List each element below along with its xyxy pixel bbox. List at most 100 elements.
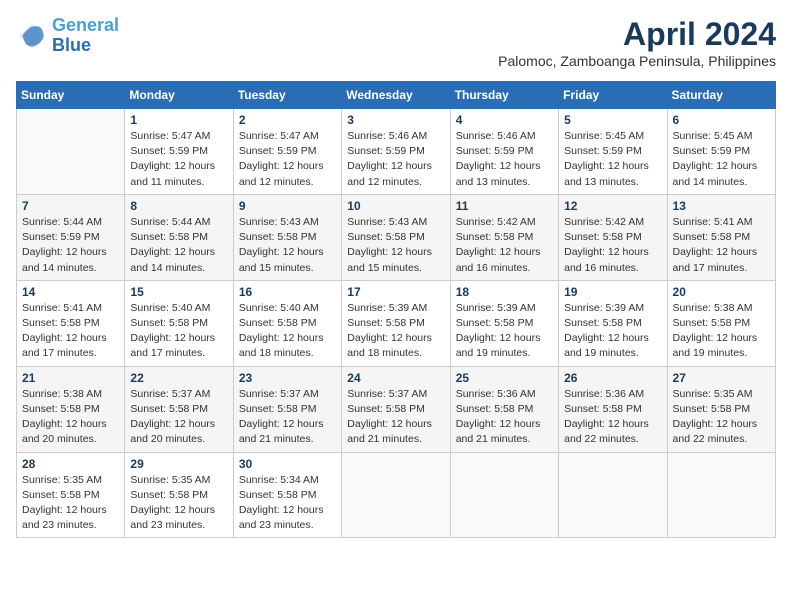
day-number: 14: [22, 285, 119, 299]
day-number: 21: [22, 371, 119, 385]
logo-icon: [16, 20, 48, 52]
day-number: 20: [673, 285, 770, 299]
calendar-week-row: 1 Sunrise: 5:47 AM Sunset: 5:59 PM Daylig…: [17, 109, 776, 195]
day-detail: Sunrise: 5:45 AM Sunset: 5:59 PM Dayligh…: [673, 129, 770, 190]
day-number: 13: [673, 199, 770, 213]
location-title: Palomoc, Zamboanga Peninsula, Philippine…: [498, 53, 776, 69]
calendar-cell: 24Sunrise: 5:37 AM Sunset: 5:58 PM Dayli…: [342, 366, 450, 452]
calendar-cell: 2 Sunrise: 5:47 AM Sunset: 5:59 PM Daylig…: [233, 109, 341, 195]
day-detail: Sunrise: 5:39 AM Sunset: 5:58 PM Dayligh…: [347, 301, 444, 362]
calendar-cell: 20 Sunrise: 5:38 AM Sunset: 5:58 PM Dayli…: [667, 280, 775, 366]
day-number: 26: [564, 371, 661, 385]
day-detail: Sunrise: 5:41 AM Sunset: 5:58 PM Dayligh…: [673, 215, 770, 276]
calendar-cell: 30 Sunrise: 5:34 AM Sunset: 5:58 PM Dayli…: [233, 452, 341, 538]
calendar-week-row: 28 Sunrise: 5:35 AM Sunset: 5:58 PM Dayli…: [17, 452, 776, 538]
calendar-cell: [559, 452, 667, 538]
weekday-header-monday: Monday: [125, 82, 233, 109]
day-number: 10: [347, 199, 444, 213]
calendar-week-row: 14 Sunrise: 5:41 AM Sunset: 5:58 PM Dayli…: [17, 280, 776, 366]
weekday-header-tuesday: Tuesday: [233, 82, 341, 109]
calendar-cell: 29 Sunrise: 5:35 AM Sunset: 5:58 PM Dayli…: [125, 452, 233, 538]
day-number: 23: [239, 371, 336, 385]
day-detail: Sunrise: 5:34 AM Sunset: 5:58 PM Dayligh…: [239, 473, 336, 534]
calendar-cell: 25Sunrise: 5:36 AM Sunset: 5:58 PM Dayli…: [450, 366, 558, 452]
day-detail: Sunrise: 5:38 AM Sunset: 5:58 PM Dayligh…: [22, 387, 119, 448]
weekday-header-friday: Friday: [559, 82, 667, 109]
day-number: 11: [456, 199, 553, 213]
weekday-header-thursday: Thursday: [450, 82, 558, 109]
calendar-cell: 28 Sunrise: 5:35 AM Sunset: 5:58 PM Dayli…: [17, 452, 125, 538]
day-detail: Sunrise: 5:44 AM Sunset: 5:58 PM Dayligh…: [130, 215, 227, 276]
day-detail: Sunrise: 5:47 AM Sunset: 5:59 PM Dayligh…: [130, 129, 227, 190]
day-detail: Sunrise: 5:40 AM Sunset: 5:58 PM Dayligh…: [239, 301, 336, 362]
day-detail: Sunrise: 5:39 AM Sunset: 5:58 PM Dayligh…: [564, 301, 661, 362]
day-number: 12: [564, 199, 661, 213]
calendar-week-row: 21 Sunrise: 5:38 AM Sunset: 5:58 PM Dayli…: [17, 366, 776, 452]
day-number: 27: [673, 371, 770, 385]
weekday-header-wednesday: Wednesday: [342, 82, 450, 109]
day-number: 25: [456, 371, 553, 385]
day-number: 18: [456, 285, 553, 299]
day-number: 9: [239, 199, 336, 213]
day-number: 28: [22, 457, 119, 471]
day-number: 3: [347, 113, 444, 127]
weekday-header-sunday: Sunday: [17, 82, 125, 109]
calendar-cell: 16 Sunrise: 5:40 AM Sunset: 5:58 PM Dayli…: [233, 280, 341, 366]
logo-text: GeneralBlue: [52, 16, 119, 56]
day-detail: Sunrise: 5:45 AM Sunset: 5:59 PM Dayligh…: [564, 129, 661, 190]
day-number: 17: [347, 285, 444, 299]
calendar-cell: 19Sunrise: 5:39 AM Sunset: 5:58 PM Dayli…: [559, 280, 667, 366]
calendar-cell: [450, 452, 558, 538]
calendar-cell: 18 Sunrise: 5:39 AM Sunset: 5:58 PM Dayli…: [450, 280, 558, 366]
day-detail: Sunrise: 5:43 AM Sunset: 5:58 PM Dayligh…: [347, 215, 444, 276]
day-detail: Sunrise: 5:35 AM Sunset: 5:58 PM Dayligh…: [130, 473, 227, 534]
calendar-cell: [17, 109, 125, 195]
calendar-cell: 12Sunrise: 5:42 AM Sunset: 5:58 PM Dayli…: [559, 194, 667, 280]
calendar-cell: 26 Sunrise: 5:36 AM Sunset: 5:58 PM Dayli…: [559, 366, 667, 452]
calendar-cell: 11 Sunrise: 5:42 AM Sunset: 5:58 PM Dayli…: [450, 194, 558, 280]
day-number: 16: [239, 285, 336, 299]
page-header: GeneralBlue April 2024 Palomoc, Zamboang…: [16, 16, 776, 69]
day-detail: Sunrise: 5:37 AM Sunset: 5:58 PM Dayligh…: [130, 387, 227, 448]
calendar-cell: 14 Sunrise: 5:41 AM Sunset: 5:58 PM Dayli…: [17, 280, 125, 366]
calendar-cell: 22 Sunrise: 5:37 AM Sunset: 5:58 PM Dayli…: [125, 366, 233, 452]
day-number: 29: [130, 457, 227, 471]
day-detail: Sunrise: 5:42 AM Sunset: 5:58 PM Dayligh…: [456, 215, 553, 276]
title-block: April 2024 Palomoc, Zamboanga Peninsula,…: [498, 16, 776, 69]
calendar-cell: 13 Sunrise: 5:41 AM Sunset: 5:58 PM Dayli…: [667, 194, 775, 280]
day-number: 2: [239, 113, 336, 127]
day-detail: Sunrise: 5:36 AM Sunset: 5:58 PM Dayligh…: [564, 387, 661, 448]
calendar-cell: 1 Sunrise: 5:47 AM Sunset: 5:59 PM Daylig…: [125, 109, 233, 195]
day-number: 4: [456, 113, 553, 127]
calendar-cell: [342, 452, 450, 538]
day-number: 8: [130, 199, 227, 213]
day-detail: Sunrise: 5:35 AM Sunset: 5:58 PM Dayligh…: [22, 473, 119, 534]
logo: GeneralBlue: [16, 16, 119, 56]
day-detail: Sunrise: 5:39 AM Sunset: 5:58 PM Dayligh…: [456, 301, 553, 362]
day-detail: Sunrise: 5:37 AM Sunset: 5:58 PM Dayligh…: [239, 387, 336, 448]
day-number: 24: [347, 371, 444, 385]
day-number: 1: [130, 113, 227, 127]
day-number: 15: [130, 285, 227, 299]
day-number: 30: [239, 457, 336, 471]
day-detail: Sunrise: 5:35 AM Sunset: 5:58 PM Dayligh…: [673, 387, 770, 448]
calendar-cell: 5Sunrise: 5:45 AM Sunset: 5:59 PM Daylig…: [559, 109, 667, 195]
calendar-cell: [667, 452, 775, 538]
calendar-cell: 3Sunrise: 5:46 AM Sunset: 5:59 PM Daylig…: [342, 109, 450, 195]
calendar-cell: 6 Sunrise: 5:45 AM Sunset: 5:59 PM Daylig…: [667, 109, 775, 195]
day-detail: Sunrise: 5:41 AM Sunset: 5:58 PM Dayligh…: [22, 301, 119, 362]
day-detail: Sunrise: 5:47 AM Sunset: 5:59 PM Dayligh…: [239, 129, 336, 190]
calendar-cell: 9Sunrise: 5:43 AM Sunset: 5:58 PM Daylig…: [233, 194, 341, 280]
calendar-table: SundayMondayTuesdayWednesdayThursdayFrid…: [16, 81, 776, 538]
calendar-cell: 10 Sunrise: 5:43 AM Sunset: 5:58 PM Dayli…: [342, 194, 450, 280]
day-number: 6: [673, 113, 770, 127]
calendar-cell: 4Sunrise: 5:46 AM Sunset: 5:59 PM Daylig…: [450, 109, 558, 195]
day-number: 22: [130, 371, 227, 385]
day-detail: Sunrise: 5:38 AM Sunset: 5:58 PM Dayligh…: [673, 301, 770, 362]
day-detail: Sunrise: 5:44 AM Sunset: 5:59 PM Dayligh…: [22, 215, 119, 276]
calendar-cell: 7 Sunrise: 5:44 AM Sunset: 5:59 PM Daylig…: [17, 194, 125, 280]
day-number: 7: [22, 199, 119, 213]
calendar-cell: 8 Sunrise: 5:44 AM Sunset: 5:58 PM Daylig…: [125, 194, 233, 280]
weekday-header-row: SundayMondayTuesdayWednesdayThursdayFrid…: [17, 82, 776, 109]
weekday-header-saturday: Saturday: [667, 82, 775, 109]
